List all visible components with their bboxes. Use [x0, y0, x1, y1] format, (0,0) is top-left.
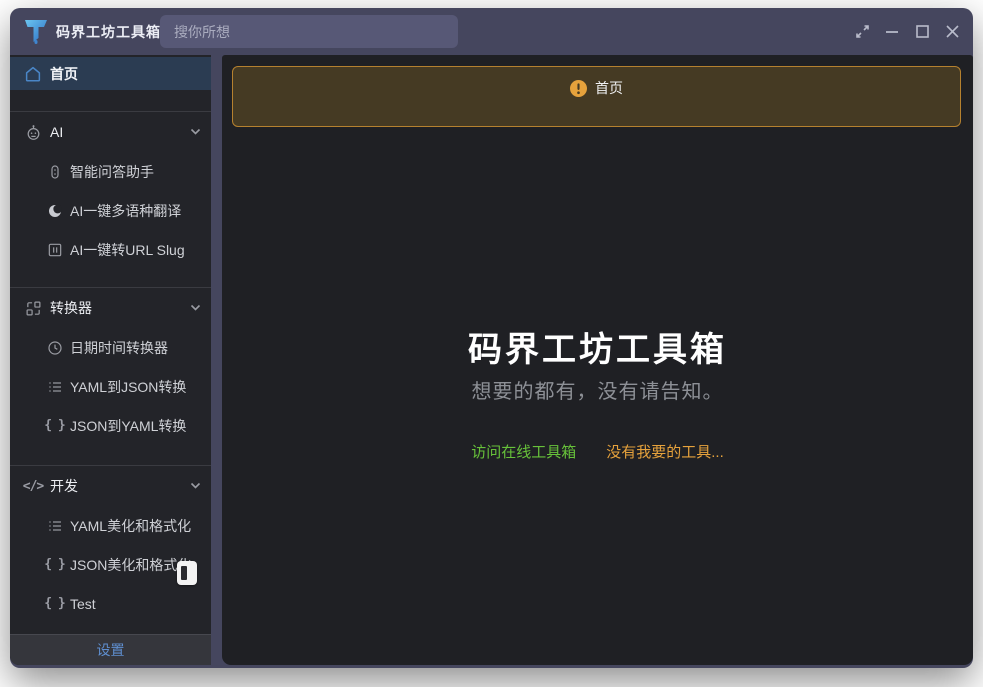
alert-text: 首页: [595, 78, 623, 98]
chevron-down-icon: [189, 479, 202, 495]
section-label: 转换器: [50, 298, 92, 318]
sidebar-item-yaml-to-json[interactable]: YAML到JSON转换: [10, 367, 211, 406]
minimize-button[interactable]: [877, 17, 907, 47]
main-panel: 首页 码界工坊工具箱 想要的都有，没有请告知。 访问在线工具箱 没有我要的工具.…: [222, 55, 973, 665]
app-logo-icon: [23, 18, 49, 45]
braces-icon: { }: [46, 556, 63, 573]
sidebar-item-label: AI一键多语种翻译: [70, 201, 181, 221]
chevron-down-icon: [189, 125, 202, 141]
clock-icon: [46, 339, 63, 356]
sidebar-item-label: 智能问答助手: [70, 162, 154, 182]
transform-icon: [24, 299, 42, 317]
sidebar-section-ai[interactable]: AI: [10, 112, 211, 152]
titlebar: 码界工坊工具箱: [10, 8, 973, 55]
braces-icon: { }: [46, 417, 63, 434]
braces-icon: { }: [46, 595, 63, 612]
request-tool-link[interactable]: 没有我要的工具...: [606, 442, 724, 464]
sidebar-item-home[interactable]: 首页: [10, 57, 211, 90]
warning-icon: [570, 80, 587, 97]
list-icon: [46, 378, 63, 395]
kanban-square-icon: [46, 241, 63, 258]
sidebar-item-json-to-yaml[interactable]: { } JSON到YAML转换: [10, 406, 211, 445]
sidebar-item-label: YAML到JSON转换: [70, 377, 186, 397]
moon-icon: [46, 202, 63, 219]
chevron-down-icon: [189, 301, 202, 317]
sidebar-item-label: JSON到YAML转换: [70, 416, 186, 436]
hero-subtitle: 想要的都有，没有请告知。: [222, 379, 973, 405]
sidebar-item-ai-url-slug[interactable]: AI一键转URL Slug: [10, 230, 211, 269]
app-title: 码界工坊工具箱: [56, 22, 161, 42]
online-toolbox-link[interactable]: 访问在线工具箱: [471, 442, 576, 464]
sidebar-item-datetime-converter[interactable]: 日期时间转换器: [10, 328, 211, 367]
sidebar-item-label: Test: [70, 596, 96, 612]
settings-button[interactable]: 设置: [10, 634, 211, 665]
warning-alert: 首页: [232, 66, 961, 127]
sidebar-nav: 首页 AI: [10, 55, 211, 634]
sidebar-item-label: JSON美化和格式化: [70, 555, 191, 575]
section-label: 开发: [50, 476, 78, 496]
sidebar-item-label: 首页: [50, 64, 78, 84]
sidebar-item-label: 日期时间转换器: [70, 338, 168, 358]
sidebar-item-ai-translate[interactable]: AI一键多语种翻译: [10, 191, 211, 230]
maximize-button[interactable]: [907, 17, 937, 47]
settings-label: 设置: [97, 640, 125, 660]
window-controls: [847, 8, 967, 55]
sidebar-item-yaml-beautify[interactable]: YAML美化和格式化: [10, 506, 211, 545]
sidebar-item-label: AI一键转URL Slug: [70, 240, 185, 260]
sidebar-item-test[interactable]: { } Test: [10, 584, 211, 623]
list-icon: [46, 517, 63, 534]
ime-cursor-indicator: [177, 561, 197, 585]
app-window: 码界工坊工具箱: [10, 8, 973, 668]
section-label: AI: [50, 124, 63, 140]
sidebar-item-qa-assistant[interactable]: 智能问答助手: [10, 152, 211, 191]
sidebar-item-label: YAML美化和格式化: [70, 516, 191, 536]
code-icon: </>: [24, 477, 42, 495]
hero-title: 码界工坊工具箱: [222, 327, 973, 373]
search-input[interactable]: [160, 15, 458, 48]
sidebar-section-converter[interactable]: 转换器: [10, 288, 211, 328]
robot-icon: [24, 123, 42, 141]
home-icon: [24, 65, 42, 83]
close-button[interactable]: [937, 17, 967, 47]
hero-links: 访问在线工具箱 没有我要的工具...: [222, 442, 973, 464]
sidebar-section-dev[interactable]: </> 开发: [10, 466, 211, 506]
expand-icon[interactable]: [847, 17, 877, 47]
chat-bot-icon: [46, 163, 63, 180]
